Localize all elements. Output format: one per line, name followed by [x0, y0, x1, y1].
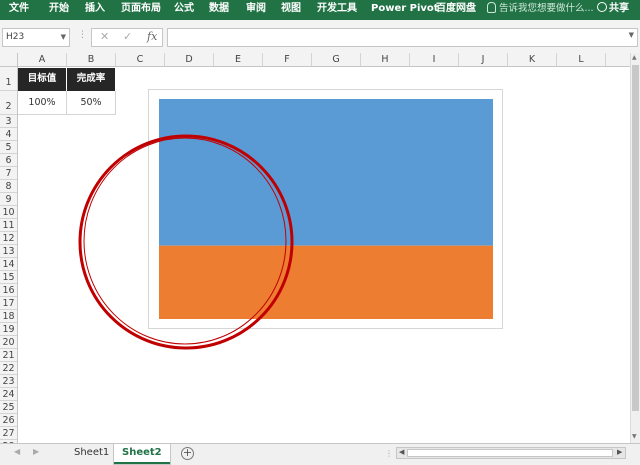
tab-power-pivot[interactable]: Power Pivot [371, 0, 439, 20]
tab-review[interactable]: 审阅 [246, 0, 266, 20]
sheet-tab-bar: ◀ ▶ Sheet1 Sheet2 + ⋮ ◀ ▶ [0, 443, 640, 465]
name-box-value: H23 [6, 32, 25, 42]
person-icon [597, 2, 607, 12]
cancel-icon[interactable]: ✕ [100, 30, 109, 43]
tab-page-layout[interactable]: 页面布局 [121, 0, 161, 20]
next-sheet-icon[interactable]: ▶ [33, 447, 39, 456]
tab-developer[interactable]: 开发工具 [317, 0, 357, 20]
chevron-down-icon[interactable]: ▼ [61, 29, 66, 46]
tell-me-text: 告诉我您想要做什么... [499, 3, 594, 14]
tab-sheet2[interactable]: Sheet2 [114, 444, 170, 464]
share-label: 共享 [609, 3, 629, 14]
insert-function-icon[interactable]: fx [147, 30, 157, 43]
name-box[interactable]: H23 ▼ [2, 28, 70, 47]
tab-baidu-netdisk[interactable]: 百度网盘 [436, 0, 476, 20]
ribbon-tab-bar: 文件 开始 插入 页面布局 公式 数据 审阅 视图 开发工具 Power Piv… [0, 0, 640, 20]
formula-bar: H23 ▼ ⋮ ✕ ✓ fx ▼ [0, 20, 640, 53]
tell-me-search[interactable]: 告诉我您想要做什么... [487, 0, 594, 20]
horizontal-scrollbar[interactable]: ◀ ▶ [396, 447, 626, 459]
tab-home[interactable]: 开始 [49, 0, 69, 20]
scroll-down-icon[interactable]: ▼ [632, 433, 637, 440]
tab-data[interactable]: 数据 [209, 0, 229, 20]
tab-formulas[interactable]: 公式 [174, 0, 194, 20]
check-icon[interactable]: ✓ [123, 30, 132, 43]
tab-splitter-icon[interactable]: ⋮ [385, 449, 393, 458]
formula-input[interactable]: ▼ [167, 28, 638, 47]
scroll-right-icon[interactable]: ▶ [617, 448, 622, 456]
vertical-scrollbar[interactable]: ▲ ▼ [630, 53, 640, 443]
formula-buttons: ✕ ✓ fx [91, 28, 163, 47]
tab-file[interactable]: 文件 [9, 0, 29, 20]
resize-handle-icon[interactable]: ⋮ [78, 30, 87, 40]
scroll-up-icon[interactable]: ▲ [632, 54, 637, 61]
circle-outer [78, 134, 294, 350]
share-button[interactable]: 共享 [593, 0, 640, 18]
prev-sheet-icon[interactable]: ◀ [14, 447, 20, 456]
tab-insert[interactable]: 插入 [85, 0, 105, 20]
expand-formula-icon[interactable]: ▼ [629, 31, 634, 39]
worksheet-grid[interactable]: ABCDEFGHIJKL 1 2 3 4 5 6 7 8 9 10 11 12 13 14 15 16 17 18… [0, 53, 640, 443]
lightbulb-icon [487, 2, 496, 13]
add-sheet-icon[interactable]: + [181, 447, 194, 460]
vertical-scroll-thumb[interactable] [632, 65, 639, 411]
circle-annotation [78, 134, 294, 350]
tab-view[interactable]: 视图 [281, 0, 301, 20]
circle-inner [83, 137, 287, 345]
scroll-left-icon[interactable]: ◀ [399, 448, 404, 456]
tab-sheet1[interactable]: Sheet1 [66, 444, 117, 462]
horizontal-scroll-thumb[interactable] [407, 449, 613, 457]
